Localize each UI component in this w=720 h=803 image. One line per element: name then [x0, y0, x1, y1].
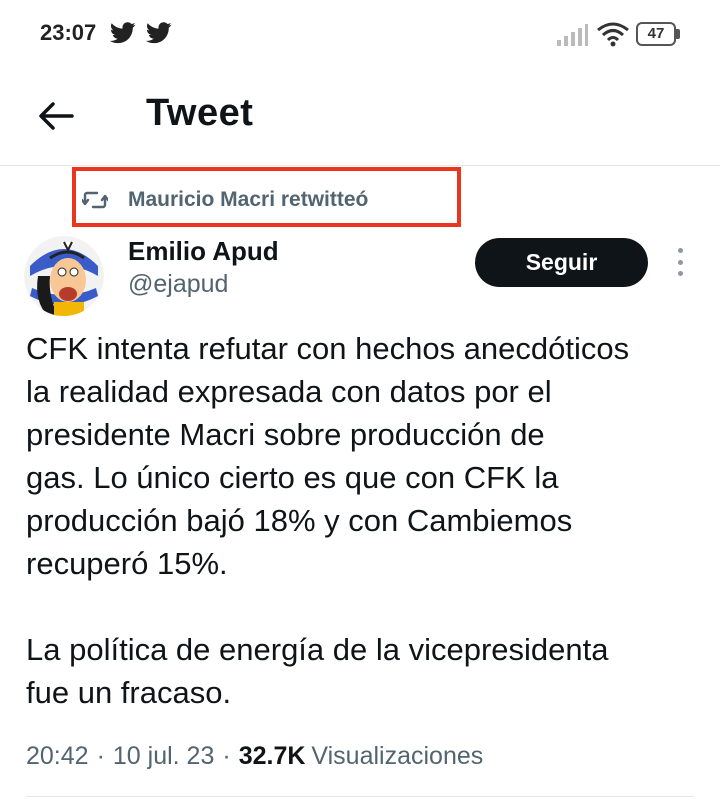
retweet-context[interactable]: Mauricio Macri retwitteó: [82, 180, 368, 220]
retweet-label: Mauricio Macri retwitteó: [128, 188, 369, 211]
more-options-icon[interactable]: [666, 244, 694, 280]
views-count[interactable]: 32.7K: [239, 742, 306, 771]
back-button[interactable]: [30, 90, 82, 142]
separator: ·: [222, 741, 231, 770]
wifi-icon: [597, 22, 629, 47]
status-time: 23:07: [40, 20, 97, 45]
follow-button[interactable]: Seguir: [475, 238, 648, 287]
twitter-bird-icon: [146, 22, 172, 44]
twitter-bird-icon: [110, 22, 136, 44]
battery-icon: 47: [636, 22, 680, 46]
tweet-time[interactable]: 20:42: [26, 742, 89, 771]
tweet-meta: 20:42 · 10 jul. 23 · 32.7K Visualizacion…: [26, 736, 483, 776]
divider: [26, 796, 694, 797]
top-bar: Tweet: [0, 70, 720, 166]
tweet-text: CFK intenta refutar con hechos anecdótic…: [26, 331, 630, 710]
views-label: Visualizaciones: [311, 741, 484, 770]
avatar[interactable]: [24, 236, 104, 316]
author-handle[interactable]: @ejapud: [128, 270, 228, 299]
cartoon-avatar-icon: [24, 236, 104, 316]
back-arrow-icon: [39, 102, 74, 130]
battery-level: 47: [636, 22, 676, 46]
status-bar: 23:07 47: [0, 0, 720, 70]
author-name[interactable]: Emilio Apud: [128, 236, 279, 267]
signal-icon: [557, 24, 588, 46]
separator: ·: [96, 741, 105, 770]
retweet-icon: [82, 191, 108, 209]
page-title: Tweet: [146, 92, 254, 134]
tweet-date[interactable]: 10 jul. 23: [113, 742, 214, 771]
